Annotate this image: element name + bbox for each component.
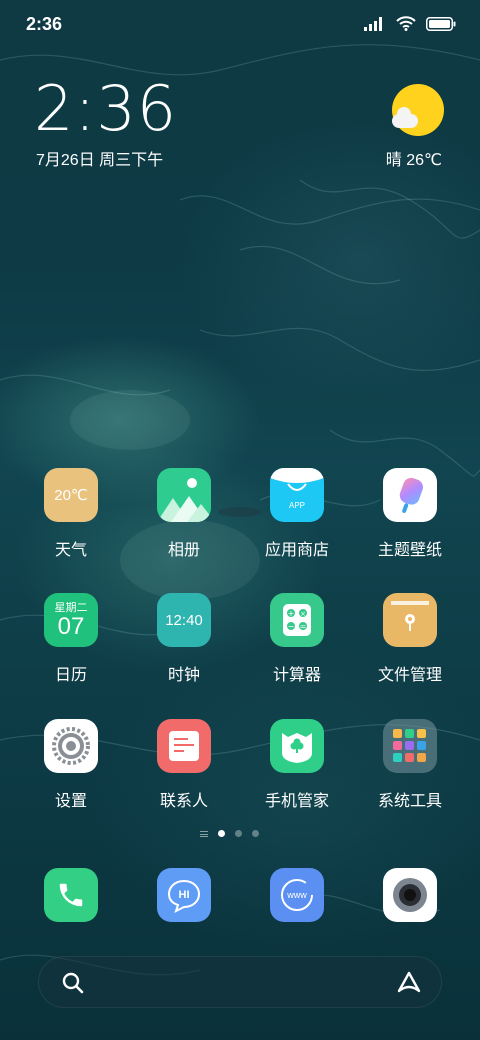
dock-browser-app[interactable]: www — [270, 868, 324, 922]
app-calculator[interactable]: + × − = 计算器 — [247, 593, 347, 685]
app-contacts[interactable]: 联系人 — [134, 719, 234, 811]
app-tools-folder[interactable]: 系统工具 — [360, 719, 460, 811]
app-file-manager[interactable]: 文件管理 — [360, 593, 460, 685]
status-icons — [364, 16, 456, 31]
dock-phone-app[interactable] — [44, 868, 98, 922]
app-store-icon: APP — [270, 468, 324, 522]
app-themes[interactable]: 主题壁纸 — [360, 468, 460, 560]
app-label: 设置 — [54, 793, 87, 810]
app-label: 文件管理 — [377, 667, 442, 684]
shopping-bag-icon — [270, 468, 324, 491]
battery-icon — [426, 16, 456, 31]
svg-text:−: − — [288, 622, 295, 631]
status-time: 2:36 — [26, 14, 63, 34]
folder-icon — [391, 601, 429, 631]
app-label: 手机管家 — [264, 793, 329, 810]
page-indicator — [200, 830, 259, 837]
app-security[interactable]: 手机管家 — [247, 719, 347, 811]
weather-icon-temp: 20℃ — [54, 487, 88, 504]
svg-text:×: × — [300, 610, 306, 618]
svg-text:=: = — [300, 622, 307, 631]
themes-app-icon — [383, 468, 437, 522]
app-label: 时钟 — [167, 667, 200, 684]
app-clock[interactable]: 12:40 时钟 — [134, 593, 234, 685]
wifi-icon — [396, 16, 416, 31]
app-label: 联系人 — [159, 793, 208, 810]
page-dot[interactable] — [252, 830, 259, 837]
app-label: 主题壁纸 — [377, 542, 442, 559]
contacts-app-icon — [157, 719, 211, 773]
clock-icon-time: 12:40 — [165, 611, 203, 629]
weather-app-icon: 20℃ — [44, 468, 98, 522]
menu-indicator-icon[interactable] — [200, 830, 208, 837]
page-dot-active[interactable] — [218, 830, 225, 837]
security-app-icon — [270, 719, 324, 773]
app-label: 计算器 — [272, 667, 321, 684]
app-label: 相册 — [167, 542, 200, 559]
gallery-app-icon — [157, 468, 211, 522]
popsicle-icon — [399, 477, 423, 513]
app-gallery[interactable]: 相册 — [134, 468, 234, 560]
app-settings[interactable]: 设置 — [21, 719, 121, 811]
tools-folder-icon — [383, 719, 437, 773]
calculator-app-icon: + × − = — [270, 593, 324, 647]
dock-camera-app[interactable] — [383, 868, 437, 922]
file-manager-app-icon — [383, 593, 437, 647]
calendar-day: 07 — [57, 613, 85, 640]
signal-icon — [364, 16, 382, 31]
status-bar: 2:36 — [0, 0, 480, 48]
page-dot[interactable] — [235, 830, 242, 837]
app-label: 应用商店 — [264, 542, 329, 559]
search-bar[interactable] — [38, 956, 442, 1008]
calendar-app-icon: 星期二 07 — [44, 593, 98, 647]
mountain-icon — [157, 478, 211, 522]
app-calendar[interactable]: 星期二 07 日历 — [21, 593, 121, 685]
svg-text:+: + — [288, 609, 295, 618]
weather-text: 晴 26℃ — [385, 152, 442, 169]
app-store-icon-text: APP — [288, 501, 305, 510]
dock-messages-app[interactable]: HI — [157, 868, 211, 922]
settings-app-icon — [44, 719, 98, 773]
app-label: 天气 — [54, 542, 87, 559]
contact-card-icon — [169, 731, 199, 761]
app-app-store[interactable]: APP 应用商店 — [247, 468, 347, 560]
assistant-icon[interactable] — [395, 969, 423, 997]
app-weather[interactable]: 20℃ 天气 — [21, 468, 121, 560]
cloud-icon — [392, 107, 418, 128]
shield-clover-icon — [282, 733, 312, 763]
phone-icon — [59, 883, 83, 907]
clock-widget-time[interactable]: 2:36 — [34, 78, 177, 140]
app-label: 日历 — [54, 667, 87, 684]
messages-icon-text: HI — [178, 889, 190, 901]
clock-widget-date: 7月26日 周三下午 — [36, 152, 164, 169]
app-label: 系统工具 — [377, 793, 442, 810]
clock-app-icon: 12:40 — [157, 593, 211, 647]
gear-icon — [52, 727, 90, 765]
folder-grid-icon — [393, 729, 426, 762]
browser-icon-text: www — [287, 890, 307, 900]
calculator-icon: + × − = — [283, 604, 311, 636]
camera-lens-icon — [393, 878, 427, 912]
search-icon[interactable] — [61, 971, 85, 995]
